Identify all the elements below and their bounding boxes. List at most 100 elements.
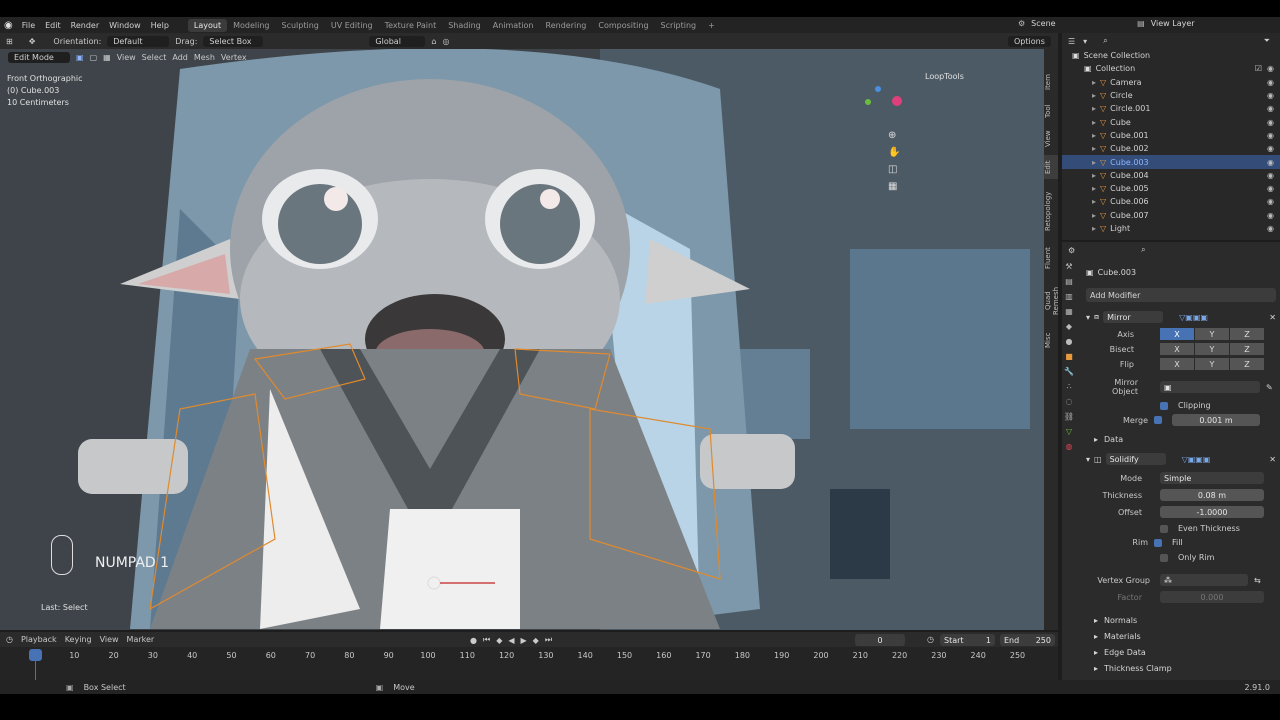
tab-compositing[interactable]: Compositing <box>592 19 654 32</box>
expand-arrow-icon[interactable]: ▸ <box>1092 104 1096 113</box>
tab-fluent[interactable]: Fluent <box>1044 243 1058 273</box>
visibility-eye-icon[interactable]: ◉ <box>1267 118 1274 127</box>
modifier-tab-icon[interactable]: 🔧 <box>1064 367 1074 376</box>
tab-view[interactable]: View <box>1044 127 1058 151</box>
jump-end-icon[interactable]: ⏭ <box>545 635 552 645</box>
merge-distance-field[interactable]: 0.001 m <box>1172 414 1260 426</box>
scene-name[interactable]: Scene <box>1031 19 1121 28</box>
expand-chevron-icon[interactable]: ▸ <box>1094 435 1098 444</box>
tab-scripting[interactable]: Scripting <box>655 19 703 32</box>
expand-arrow-icon[interactable]: ▸ <box>1092 211 1096 220</box>
expand-chevron-icon[interactable]: ▸ <box>1094 632 1098 641</box>
solidify-mode-dropdown[interactable]: Simple <box>1160 472 1264 484</box>
object-tab-icon[interactable]: ■ <box>1065 352 1073 361</box>
outliner-item[interactable]: ▸ ▽ Cube.003 ◉ <box>1062 155 1280 169</box>
expand-arrow-icon[interactable]: ▸ <box>1092 131 1096 140</box>
add-workspace-icon[interactable]: + <box>702 19 721 32</box>
axis-z-button[interactable]: Z <box>1230 328 1264 340</box>
visibility-eye-icon[interactable]: ◉ <box>1267 184 1274 193</box>
physics-tab-icon[interactable]: ◌ <box>1066 397 1073 406</box>
outliner-item[interactable]: ▸ ▽ Cube.002 ◉ <box>1062 142 1280 155</box>
mirror-name-field[interactable]: Mirror <box>1103 311 1164 323</box>
properties-editor-icon[interactable]: ⚙ <box>1068 246 1075 255</box>
mode-dropdown[interactable]: Edit Mode <box>8 51 70 63</box>
play-reverse-icon[interactable]: ◀ <box>508 636 514 645</box>
menu-file[interactable]: File <box>17 21 40 30</box>
view-layer-name[interactable]: View Layer <box>1151 19 1231 28</box>
tool-tab-icon[interactable]: ⚒ <box>1065 262 1072 271</box>
menu-select[interactable]: Select <box>142 53 167 62</box>
drag-dropdown[interactable]: Select Box <box>203 35 264 47</box>
tab-retopology[interactable]: Retopology <box>1044 183 1058 239</box>
last-operator-panel[interactable]: Last: Select <box>41 603 88 612</box>
solidify-toggle-icons[interactable]: ▽▣▣▣ <box>1182 455 1211 464</box>
collapse-chevron-icon[interactable]: ▾ <box>1086 455 1090 464</box>
vertex-select-icon[interactable]: ▣ <box>76 53 84 62</box>
visibility-eye-icon[interactable]: ◉ <box>1267 171 1274 180</box>
outliner-search-icon[interactable]: ⌕ <box>1103 36 1107 46</box>
only-rim-checkbox[interactable] <box>1160 553 1168 562</box>
edge-select-icon[interactable]: ▢ <box>90 53 98 62</box>
scene-tab-icon[interactable]: ◆ <box>1066 322 1072 331</box>
orientation-dropdown[interactable]: Default <box>107 35 170 47</box>
collection-row[interactable]: ▣ Collection ☑ ◉ <box>1062 62 1280 75</box>
playback-menu[interactable]: Playback <box>21 635 57 644</box>
tab-item[interactable]: Item <box>1044 69 1058 95</box>
expand-arrow-icon[interactable]: ▸ <box>1092 91 1096 100</box>
outliner-item[interactable]: ▸ ▽ Cube.007 ◉ <box>1062 209 1280 222</box>
bisect-y-button[interactable]: Y <box>1195 343 1229 355</box>
grid-toggle-icon[interactable]: ▦ <box>888 181 900 192</box>
tab-rendering[interactable]: Rendering <box>540 19 593 32</box>
expand-arrow-icon[interactable]: ▸ <box>1092 184 1096 193</box>
world-tab-icon[interactable]: ● <box>1066 337 1073 346</box>
outliner-item[interactable]: ▸ ▽ Light ◉ <box>1062 222 1280 235</box>
outliner-item[interactable]: ▸ ▽ Cube.005 ◉ <box>1062 182 1280 195</box>
tab-modeling[interactable]: Modeling <box>227 19 275 32</box>
looptools-panel[interactable]: LoopTools <box>925 72 964 81</box>
properties-search-icon[interactable]: ⌕ <box>1141 245 1145 255</box>
snap-icon[interactable]: ⌂ <box>431 37 436 46</box>
axis-x-button[interactable]: X <box>1160 328 1194 340</box>
fill-checkbox[interactable] <box>1154 538 1162 547</box>
visibility-eye-icon[interactable]: ◉ <box>1267 78 1274 87</box>
bisect-z-button[interactable]: Z <box>1230 343 1264 355</box>
marker-menu[interactable]: Marker <box>127 635 155 644</box>
menu-render[interactable]: Render <box>66 21 104 30</box>
outliner-editor-icon[interactable]: ☰ <box>1068 37 1075 46</box>
timeline-editor-icon[interactable]: ◷ <box>6 635 13 644</box>
editor-type-icon[interactable]: ⊞ <box>6 37 13 46</box>
merge-checkbox[interactable] <box>1154 416 1162 424</box>
visibility-eye-icon[interactable]: ◉ <box>1267 91 1274 100</box>
keying-menu[interactable]: Keying <box>65 635 92 644</box>
expand-chevron-icon[interactable]: ▸ <box>1094 616 1098 625</box>
prev-key-icon[interactable]: ◆ <box>496 636 502 645</box>
visibility-eye-icon[interactable]: ◉ <box>1267 104 1274 113</box>
subpanel-header[interactable]: ▸ Normals <box>1086 612 1276 628</box>
subpanel-header[interactable]: ▸ Thickness Clamp <box>1086 660 1276 676</box>
visibility-eye-icon[interactable]: ◉ <box>1267 144 1274 153</box>
tab-tool[interactable]: Tool <box>1044 99 1058 123</box>
zoom-icon[interactable]: ⊕ <box>888 130 900 141</box>
expand-arrow-icon[interactable]: ▸ <box>1092 78 1096 87</box>
filter-icon[interactable]: ⏷ <box>1264 36 1270 46</box>
constraints-tab-icon[interactable]: ⛓ <box>1064 412 1074 421</box>
flip-x-button[interactable]: X <box>1160 358 1194 370</box>
outliner-item[interactable]: ▸ ▽ Camera ◉ <box>1062 76 1280 89</box>
record-icon[interactable]: ● <box>470 636 477 645</box>
menu-mesh[interactable]: Mesh <box>194 53 215 62</box>
particles-tab-icon[interactable]: ∴ <box>1066 382 1071 391</box>
axis-y-button[interactable]: Y <box>1195 328 1229 340</box>
menu-vertex[interactable]: Vertex <box>221 53 247 62</box>
object-name[interactable]: Cube.003 <box>1098 268 1136 277</box>
visibility-eye-icon[interactable]: ◉ <box>1267 224 1274 233</box>
camera-view-icon[interactable]: ◫ <box>888 164 900 175</box>
data-tab-icon[interactable]: ▽ <box>1066 427 1072 436</box>
close-icon[interactable]: ✕ <box>1269 313 1276 322</box>
visibility-eye-icon[interactable]: ◉ <box>1267 158 1274 167</box>
expand-arrow-icon[interactable]: ▸ <box>1092 144 1096 153</box>
tab-quad-remesh[interactable]: Quad Remesh <box>1044 277 1060 325</box>
factor-field[interactable]: 0.000 <box>1160 591 1264 603</box>
menu-help[interactable]: Help <box>146 21 174 30</box>
visibility-eye-icon[interactable]: ◉ <box>1267 64 1274 73</box>
outliner-item[interactable]: ▸ ▽ Cube.001 ◉ <box>1062 129 1280 142</box>
